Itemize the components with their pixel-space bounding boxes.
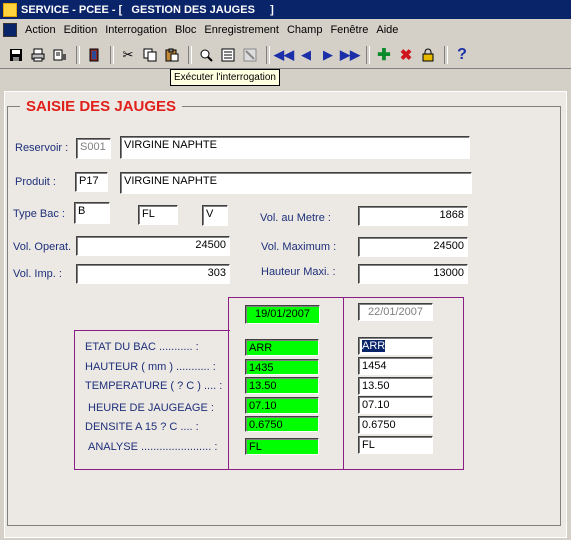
type-bac-field-2[interactable]: FL bbox=[138, 205, 178, 225]
analyse-label: ANALYSE ....................... : bbox=[88, 441, 218, 453]
group-title: SAISIE DES JAUGES bbox=[20, 98, 183, 115]
paste-icon[interactable] bbox=[162, 45, 182, 65]
lock-record-icon[interactable] bbox=[418, 45, 438, 65]
menu-enregistrement[interactable]: Enregistrement bbox=[200, 24, 283, 36]
app-icon bbox=[3, 2, 17, 17]
date-column-1[interactable]: 19/01/2007 bbox=[245, 305, 320, 324]
delete-record-icon[interactable]: ✖ bbox=[396, 45, 416, 65]
cut-icon[interactable]: ✂ bbox=[118, 45, 138, 65]
toolbar-separator bbox=[76, 45, 80, 64]
type-bac-field-3[interactable]: V bbox=[202, 205, 228, 226]
menu-bar: Action Edition Interrogation Bloc Enregi… bbox=[0, 20, 571, 40]
print-setup-icon[interactable] bbox=[50, 45, 70, 65]
insert-record-icon[interactable]: ✚ bbox=[374, 45, 394, 65]
toolbar-separator bbox=[188, 45, 192, 64]
reservoir-name-field[interactable]: VIRGINE NAPHTE bbox=[120, 136, 470, 159]
vol-maximum-field[interactable]: 24500 bbox=[358, 237, 468, 257]
etat-bac-field-1[interactable]: ARR bbox=[245, 339, 319, 356]
heure-jaugeage-field-1[interactable]: 07.10 bbox=[245, 397, 319, 414]
vol-metre-field[interactable]: 1868 bbox=[358, 206, 468, 226]
execute-query-icon[interactable] bbox=[218, 45, 238, 65]
densite-label: DENSITE A 15 ? C .... : bbox=[85, 421, 199, 433]
densite-field-1[interactable]: 0.6750 bbox=[245, 416, 319, 432]
help-icon[interactable]: ? bbox=[452, 45, 472, 65]
menu-interrogation[interactable]: Interrogation bbox=[101, 24, 171, 36]
menu-aide[interactable]: Aide bbox=[372, 24, 402, 36]
vol-maximum-label: Vol. Maximum : bbox=[261, 241, 337, 253]
temperature-label: TEMPERATURE ( ? C ) .... : bbox=[85, 380, 223, 392]
toolbar-separator bbox=[266, 45, 270, 64]
cancel-query-icon[interactable] bbox=[240, 45, 260, 65]
heure-jaugeage-label: HEURE DE JAUGEAGE : bbox=[88, 402, 214, 414]
vol-operat-label: Vol. Operat. bbox=[13, 241, 72, 253]
menu-bloc[interactable]: Bloc bbox=[171, 24, 200, 36]
etat-bac-label: ETAT DU BAC ........... : bbox=[85, 341, 199, 353]
type-bac-label: Type Bac : bbox=[13, 208, 65, 220]
vol-imp-label: Vol. Imp. : bbox=[13, 268, 62, 280]
temperature-field-2[interactable]: 13.50 bbox=[358, 377, 433, 395]
measures-divider bbox=[343, 297, 344, 470]
produit-name-field[interactable]: VIRGINE NAPHTE bbox=[120, 172, 472, 194]
hauteur-field-1[interactable]: 1435 bbox=[245, 359, 319, 375]
produit-label: Produit : bbox=[15, 176, 56, 188]
print-icon[interactable] bbox=[28, 45, 48, 65]
hauteur-maxi-field[interactable]: 13000 bbox=[358, 264, 468, 284]
last-record-icon[interactable]: ▶▶ bbox=[340, 45, 360, 65]
etat-bac-selected-text: ARR bbox=[362, 340, 386, 352]
document-icon[interactable] bbox=[3, 23, 17, 37]
date-column-2[interactable]: 22/01/2007 bbox=[358, 303, 433, 321]
etat-bac-field-2[interactable]: ARR bbox=[358, 337, 433, 355]
vol-operat-field[interactable]: 24500 bbox=[76, 236, 230, 256]
temperature-field-1[interactable]: 13.50 bbox=[245, 377, 319, 394]
analyse-field-2[interactable]: FL bbox=[358, 436, 433, 454]
reservoir-label: Reservoir : bbox=[15, 142, 69, 154]
analyse-field-1[interactable]: FL bbox=[245, 438, 319, 455]
produit-code-field[interactable]: P17 bbox=[75, 172, 108, 192]
save-icon[interactable] bbox=[6, 45, 26, 65]
vol-metre-label: Vol. au Metre : bbox=[260, 212, 331, 224]
previous-record-icon[interactable]: ◀ bbox=[296, 45, 316, 65]
heure-jaugeage-field-2[interactable]: 07.10 bbox=[358, 396, 433, 414]
window-title: SERVICE - PCEE - [ GESTION DES JAUGES ] bbox=[21, 3, 274, 16]
title-bar: SERVICE - PCEE - [ GESTION DES JAUGES ] bbox=[0, 0, 571, 19]
vol-imp-field[interactable]: 303 bbox=[76, 264, 230, 284]
reservoir-code-field[interactable]: S001 bbox=[76, 138, 111, 159]
menu-edition[interactable]: Edition bbox=[60, 24, 102, 36]
menu-champ[interactable]: Champ bbox=[283, 24, 326, 36]
hauteur-maxi-label: Hauteur Maxi. : bbox=[261, 266, 336, 278]
toolbar: ✂ ◀◀ ◀ ▶ ▶▶ ✚ ✖ ? bbox=[0, 41, 571, 69]
tooltip: Exécuter l'interrogation bbox=[170, 69, 280, 86]
next-record-icon[interactable]: ▶ bbox=[318, 45, 338, 65]
toolbar-separator bbox=[110, 45, 114, 64]
exit-icon[interactable] bbox=[84, 45, 104, 65]
menu-action[interactable]: Action bbox=[21, 24, 60, 36]
type-bac-field-1[interactable]: B bbox=[74, 202, 110, 224]
toolbar-separator bbox=[366, 45, 370, 64]
first-record-icon[interactable]: ◀◀ bbox=[274, 45, 294, 65]
enter-query-icon[interactable] bbox=[196, 45, 216, 65]
densite-field-2[interactable]: 0.6750 bbox=[358, 416, 433, 434]
hauteur-field-2[interactable]: 1454 bbox=[358, 357, 433, 375]
hauteur-label: HAUTEUR ( mm ) ........... : bbox=[85, 361, 216, 373]
copy-icon[interactable] bbox=[140, 45, 160, 65]
toolbar-separator bbox=[444, 45, 448, 64]
menu-fenetre[interactable]: Fenêtre bbox=[326, 24, 372, 36]
